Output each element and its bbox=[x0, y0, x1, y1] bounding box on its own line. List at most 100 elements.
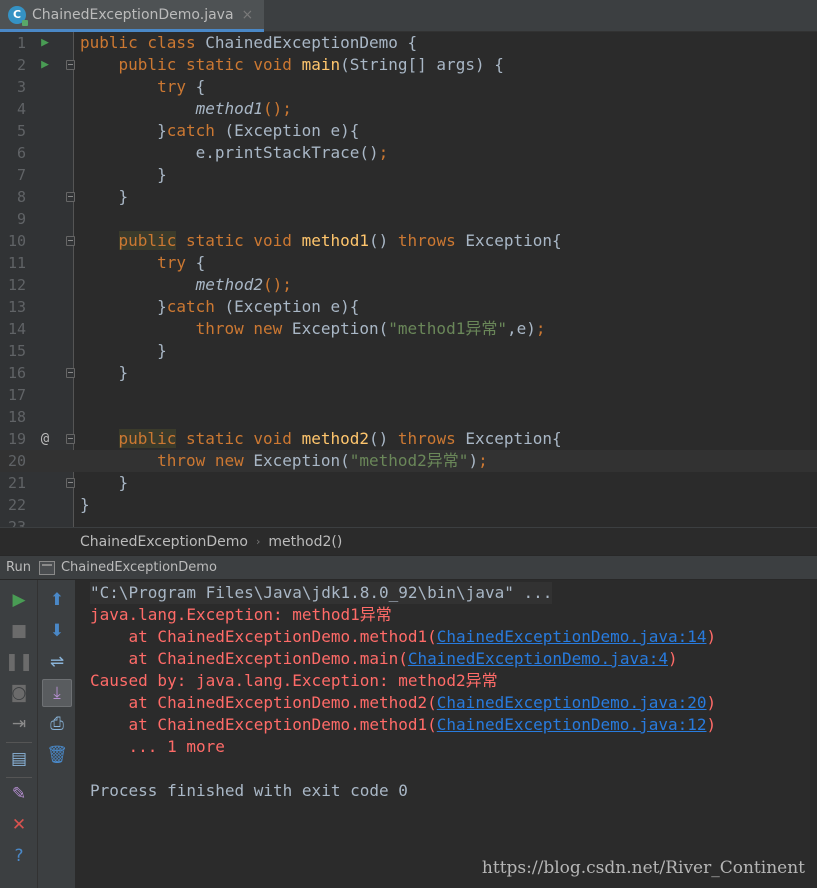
code-line: public class ChainedExceptionDemo { bbox=[0, 32, 817, 54]
gutter-row: 17 bbox=[0, 384, 817, 406]
run-configuration-tab[interactable]: ChainedExceptionDemo bbox=[61, 560, 217, 575]
code-text: ; bbox=[378, 143, 389, 162]
code-line: method2(); bbox=[0, 274, 817, 296]
method-name: method1 bbox=[301, 231, 369, 250]
line-number[interactable]: 23 bbox=[0, 516, 26, 527]
run-toolbar-right: ⬆ ⬇ ⇌ ⤓ ⎙ 🗑 bbox=[38, 580, 76, 888]
close-tab-icon[interactable]: × bbox=[242, 7, 254, 23]
keyword: catch bbox=[166, 121, 215, 140]
code-text: } bbox=[80, 187, 129, 206]
gutter-row: 9 bbox=[0, 208, 817, 230]
code-line: } bbox=[0, 340, 817, 362]
stack-source-link[interactable]: ChainedExceptionDemo.java:4 bbox=[408, 649, 668, 668]
code-text: Exception( bbox=[243, 451, 350, 470]
console-exit-line: Process finished with exit code 0 bbox=[90, 781, 408, 800]
keyword: catch bbox=[166, 297, 215, 316]
console-error-line: java.lang.Exception: method1异常 bbox=[90, 605, 392, 624]
console-output[interactable]: "C:\Program Files\Java\jdk1.8.0_92\bin\j… bbox=[76, 580, 817, 888]
toolbar-separator bbox=[6, 777, 32, 778]
code-text: Exception{ bbox=[455, 231, 562, 250]
pin-icon[interactable]: ✎ bbox=[0, 780, 38, 808]
console-more-line: ... 1 more bbox=[90, 737, 225, 756]
trash-icon[interactable]: 🗑 bbox=[38, 741, 76, 769]
code-text: } bbox=[80, 165, 167, 184]
stack-source-link[interactable]: ChainedExceptionDemo.java:12 bbox=[437, 715, 707, 734]
string-literal: "method2异常" bbox=[349, 451, 469, 470]
run-label: Run bbox=[6, 560, 31, 575]
code-text: ) bbox=[468, 451, 479, 470]
code-text: ; bbox=[478, 451, 488, 470]
console-stack-line: at ChainedExceptionDemo.method1(ChainedE… bbox=[90, 714, 717, 736]
line-number[interactable]: 9 bbox=[0, 208, 26, 230]
run-tool-window-header: Run ChainedExceptionDemo bbox=[0, 555, 817, 580]
code-line: public static void method1() throws Exce… bbox=[0, 230, 817, 252]
up-arrow-icon[interactable]: ⬆ bbox=[38, 586, 76, 614]
keyword: throws bbox=[397, 429, 456, 448]
code-text: } bbox=[80, 297, 167, 316]
keyword: static void bbox=[176, 429, 302, 448]
code-text: ; bbox=[535, 319, 546, 338]
gutter-row: 18 bbox=[0, 406, 817, 428]
layout-icon[interactable]: ▤ bbox=[0, 745, 38, 773]
run-configuration-icon bbox=[38, 560, 55, 575]
code-text: } bbox=[80, 341, 167, 360]
code-text: } bbox=[80, 473, 129, 492]
console-command-line: "C:\Program Files\Java\jdk1.8.0_92\bin\j… bbox=[90, 582, 553, 604]
java-class-icon: C bbox=[8, 5, 28, 26]
code-text: (); bbox=[263, 99, 292, 118]
rerun-icon[interactable]: ▶ bbox=[0, 586, 38, 614]
code-text: () bbox=[369, 231, 398, 250]
down-arrow-icon[interactable]: ⬇ bbox=[38, 617, 76, 645]
stack-text: ) bbox=[706, 715, 717, 734]
file-tab[interactable]: C ChainedExceptionDemo.java × bbox=[0, 0, 264, 32]
exit-icon[interactable]: ⇥ bbox=[0, 710, 38, 738]
method-call: method2 bbox=[80, 275, 264, 294]
stack-source-link[interactable]: ChainedExceptionDemo.java:20 bbox=[437, 693, 707, 712]
print-icon[interactable]: ⎙ bbox=[38, 710, 76, 738]
stack-text: at ChainedExceptionDemo.method2( bbox=[90, 693, 437, 712]
code-text: (); bbox=[263, 275, 292, 294]
run-toolbar-left: ▶ ■ ❚❚ ◙ ⇥ ▤ ✎ ✕? bbox=[0, 580, 38, 888]
code-line: method1(); bbox=[0, 98, 817, 120]
code-editor[interactable]: 1 ▶ 2 ▶ 3 4 5 6 7 8 9 10 11 12 13 14 15 16 17 18 19 @20 21 22 23… bbox=[0, 32, 817, 527]
close-icon[interactable]: ✕ bbox=[0, 811, 38, 839]
code-text: } bbox=[80, 495, 90, 514]
dump-threads-icon[interactable]: ◙ bbox=[0, 679, 38, 707]
code-line: public static void method2() throws Exce… bbox=[0, 428, 817, 450]
stop-icon[interactable]: ■ bbox=[0, 617, 38, 645]
editor-tab-bar: C ChainedExceptionDemo.java × bbox=[0, 0, 817, 32]
keyword: throws bbox=[397, 231, 456, 250]
gutter-row: 23 bbox=[0, 516, 817, 527]
stack-source-link[interactable]: ChainedExceptionDemo.java:14 bbox=[437, 627, 707, 646]
code-line: try { bbox=[0, 76, 817, 98]
soft-wrap-icon[interactable]: ⇌ bbox=[38, 648, 76, 676]
breadcrumb-method[interactable]: method2() bbox=[268, 534, 342, 550]
code-text: e.printStackTrace() bbox=[80, 143, 379, 162]
line-number[interactable]: 18 bbox=[0, 406, 26, 428]
pause-icon[interactable]: ❚❚ bbox=[0, 648, 38, 676]
code-text: } bbox=[80, 363, 129, 382]
stack-text: ) bbox=[706, 693, 717, 712]
code-line: } bbox=[0, 186, 817, 208]
code-text: { bbox=[185, 77, 206, 96]
help-icon[interactable]: ? bbox=[0, 842, 38, 870]
code-line-current: throw new Exception("method2异常"); bbox=[0, 450, 817, 472]
scroll-to-end-icon[interactable]: ⤓ bbox=[42, 679, 72, 707]
code-line: } bbox=[0, 472, 817, 494]
code-text: (String[] args) { bbox=[340, 55, 504, 74]
breadcrumb-class[interactable]: ChainedExceptionDemo bbox=[80, 534, 248, 550]
code-line: }catch (Exception e){ bbox=[0, 296, 817, 318]
tab-filename: ChainedExceptionDemo.java bbox=[32, 6, 234, 23]
code-text: () bbox=[369, 429, 398, 448]
code-text: (Exception e){ bbox=[214, 297, 360, 316]
keyword: public class bbox=[80, 33, 196, 52]
code-text: ,e) bbox=[506, 319, 536, 338]
line-number[interactable]: 17 bbox=[0, 384, 26, 406]
method-call: method1 bbox=[80, 99, 264, 118]
keyword-highlighted: public bbox=[118, 231, 177, 250]
code-line: }catch (Exception e){ bbox=[0, 120, 817, 142]
method-name: main bbox=[301, 55, 341, 74]
console-stack-line: at ChainedExceptionDemo.main(ChainedExce… bbox=[90, 648, 678, 670]
stack-text: ) bbox=[706, 627, 717, 646]
watermark: https://blog.csdn.net/River_Continent bbox=[481, 858, 805, 878]
